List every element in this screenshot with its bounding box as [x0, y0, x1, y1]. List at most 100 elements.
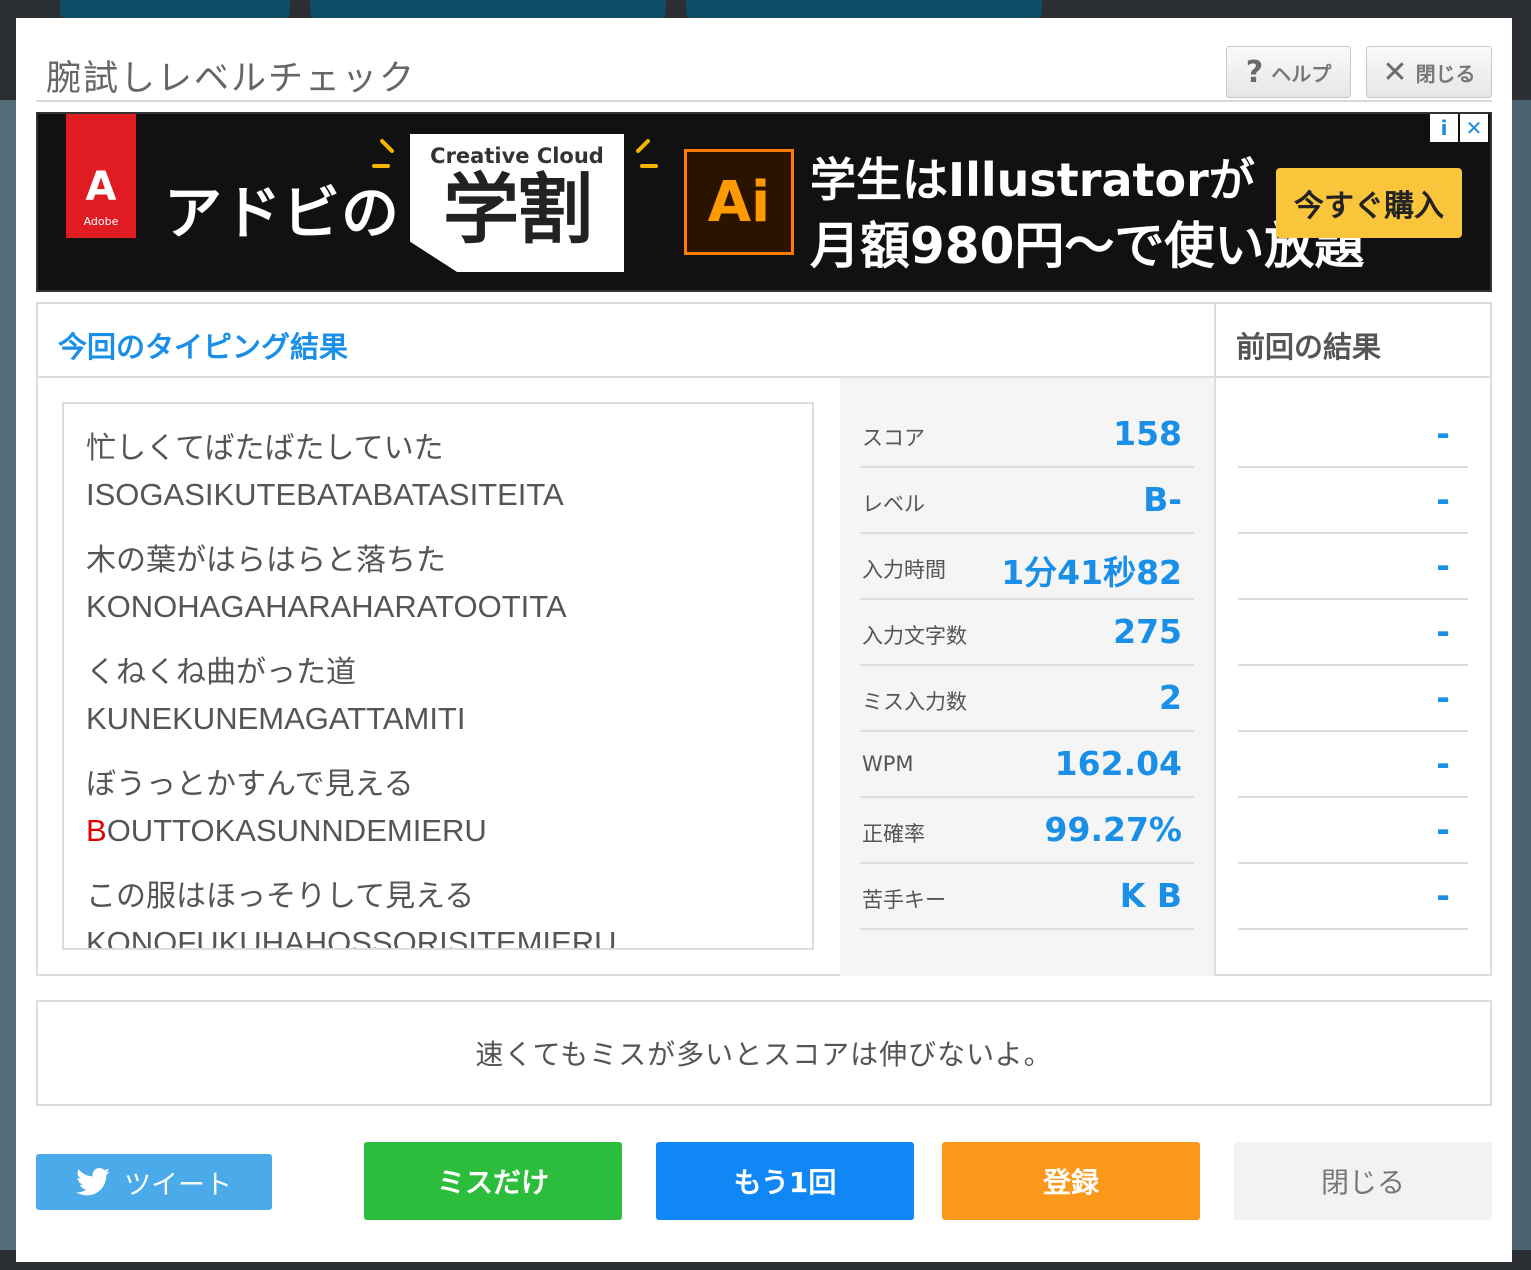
level-check-dialog: 腕試しレベルチェック ? ヘルプ ✕ 閉じる A Adobe アドビの Crea…: [16, 18, 1512, 1262]
sparkle-decoration: [640, 164, 658, 168]
romaji-text: OUTTOKASUNNDEMIERU: [106, 813, 487, 848]
previous-value: -: [1436, 414, 1450, 453]
stat-label: 入力時間: [862, 558, 946, 582]
previous-level: -: [1238, 468, 1468, 534]
miss-only-button[interactable]: ミスだけ: [364, 1142, 622, 1220]
stat-label: 正確率: [862, 822, 925, 846]
sentence-item: 忙しくてばたばたしていた ISOGASIKUTEBATABATASITEITA: [86, 426, 812, 518]
stat-value: 1分41秒82: [1001, 553, 1182, 592]
previous-weak-keys: -: [1238, 864, 1468, 930]
stat-label: レベル: [862, 492, 925, 516]
stat-score: スコア 158: [860, 402, 1194, 468]
background-page-left: [0, 100, 16, 1250]
romaji-text: KUNEKUNEMAGATTAMITI: [86, 701, 466, 736]
sparkle-decoration: [379, 138, 395, 154]
adobe-logo-mark: A: [85, 164, 117, 210]
tweet-label: ツイート: [124, 1169, 232, 1201]
previous-accuracy: -: [1238, 798, 1468, 864]
sentence-japanese: この服はほっそりして見える: [86, 879, 475, 914]
stat-value: 99.27%: [1044, 810, 1182, 849]
sentence-item: この服はほっそりして見える KONOFUKUHAHOSSORISITEMIERU: [86, 874, 812, 950]
previous-value: -: [1436, 612, 1450, 651]
tweet-button[interactable]: ツイート: [36, 1154, 272, 1210]
background-tab: [60, 0, 290, 18]
advice-message: 速くてもミスが多いとスコアは伸びないよ。: [36, 1000, 1492, 1106]
help-button[interactable]: ? ヘルプ: [1226, 46, 1351, 98]
sentence-romaji: ISOGASIKUTEBATABATASITEITA: [86, 472, 812, 518]
sentence-item: 木の葉がはらはらと落ちた KONOHAGAHARAHARATOOTITA: [86, 538, 812, 630]
sentence-romaji: KONOFUKUHAHOSSORISITEMIERU: [86, 920, 812, 950]
column-divider: [1214, 304, 1216, 974]
stat-accuracy: 正確率 99.27%: [860, 798, 1194, 864]
previous-score: -: [1238, 402, 1468, 468]
illustrator-icon: Ai: [684, 149, 794, 255]
results-header: 今回のタイピング結果 前回の結果: [38, 304, 1490, 378]
current-results-heading: 今回のタイピング結果: [58, 330, 349, 364]
ad-copy-line1: 学生はIllustratorが: [810, 153, 1255, 207]
stat-char-count: 入力文字数 275: [860, 600, 1194, 666]
previous-value: -: [1436, 810, 1450, 849]
stat-weak-keys: 苦手キー K B: [860, 864, 1194, 930]
background-tab: [686, 0, 1042, 18]
stat-miss-count: ミス入力数 2: [860, 666, 1194, 732]
advertisement-banner[interactable]: A Adobe アドビの Creative Cloud 学割 Ai 学生はIll…: [36, 112, 1492, 292]
sentence-romaji: KONOHAGAHARAHARATOOTITA: [86, 584, 812, 630]
stat-label: ミス入力数: [862, 690, 967, 714]
help-label: ヘルプ: [1271, 61, 1332, 86]
stat-value: 275: [1113, 612, 1182, 651]
stat-value: K B: [1119, 876, 1182, 915]
sparkle-decoration: [372, 164, 390, 168]
ad-info-icon[interactable]: i: [1430, 114, 1458, 142]
retry-button[interactable]: もう1回: [656, 1142, 914, 1220]
previous-value: -: [1436, 678, 1450, 717]
stat-wpm: WPM 162.04: [860, 732, 1194, 798]
previous-value: -: [1436, 480, 1450, 519]
register-button[interactable]: 登録: [942, 1142, 1200, 1220]
previous-miss-count: -: [1238, 666, 1468, 732]
ad-close-icon[interactable]: ✕: [1460, 114, 1488, 142]
ad-headline: アドビの: [164, 179, 401, 247]
help-icon: ?: [1245, 54, 1264, 90]
stat-value: B-: [1143, 480, 1182, 519]
sentence-japanese: ぼうっとかすんで見える: [86, 767, 414, 802]
close-icon: ✕: [1382, 54, 1408, 90]
ad-choices: i ✕: [1430, 114, 1488, 142]
stat-level: レベル B-: [860, 468, 1194, 534]
twitter-bird-icon: [76, 1168, 110, 1196]
typed-sentences-list[interactable]: 忙しくてばたばたしていた ISOGASIKUTEBATABATASITEITA …: [62, 402, 814, 950]
sentence-item: ぼうっとかすんで見える BOUTTOKASUNNDEMIERU: [86, 762, 812, 854]
stat-label: WPM: [862, 752, 914, 776]
dialog-header: 腕試しレベルチェック ? ヘルプ ✕ 閉じる: [36, 32, 1492, 102]
background-tab: [310, 0, 666, 18]
stat-input-time: 入力時間 1分41秒82: [860, 534, 1194, 600]
previous-wpm: -: [1238, 732, 1468, 798]
previous-value: -: [1436, 546, 1450, 585]
stat-label: スコア: [862, 426, 925, 450]
sentence-japanese: 忙しくてばたばたしていた: [86, 431, 444, 466]
ad-student-discount-card: Creative Cloud 学割: [410, 134, 624, 272]
stat-value: 158: [1113, 414, 1182, 453]
sentence-japanese: 木の葉がはらはらと落ちた: [86, 543, 446, 578]
stat-label: 苦手キー: [862, 888, 946, 912]
previous-value: -: [1436, 744, 1450, 783]
close-top-button[interactable]: ✕ 閉じる: [1366, 46, 1492, 98]
stat-value: 162.04: [1054, 744, 1182, 783]
sentence-romaji: BOUTTOKASUNNDEMIERU: [86, 808, 812, 854]
stat-label: 入力文字数: [862, 624, 967, 648]
ad-card-main-text: 学割: [443, 165, 593, 254]
adobe-logo: A Adobe: [66, 114, 136, 238]
results-panel: 今回のタイピング結果 前回の結果 忙しくてばたばたしていた ISOGASIKUT…: [36, 302, 1492, 976]
previous-value: -: [1436, 876, 1450, 915]
romaji-text: ISOGASIKUTEBATABATASITEITA: [86, 477, 564, 512]
close-top-label: 閉じる: [1415, 61, 1476, 86]
previous-results-heading: 前回の結果: [1236, 330, 1382, 364]
ad-buy-now-button[interactable]: 今すぐ購入: [1276, 168, 1462, 238]
dialog-title: 腕試しレベルチェック: [46, 59, 417, 99]
close-button[interactable]: 閉じる: [1234, 1142, 1492, 1220]
previous-char-count: -: [1238, 600, 1468, 666]
previous-input-time: -: [1238, 534, 1468, 600]
stat-value: 2: [1159, 678, 1182, 717]
background-page-right: [1512, 100, 1531, 1250]
adobe-logo-text: Adobe: [83, 215, 119, 228]
romaji-text: KONOFUKUHAHOSSORISITEMIERU: [86, 925, 617, 950]
